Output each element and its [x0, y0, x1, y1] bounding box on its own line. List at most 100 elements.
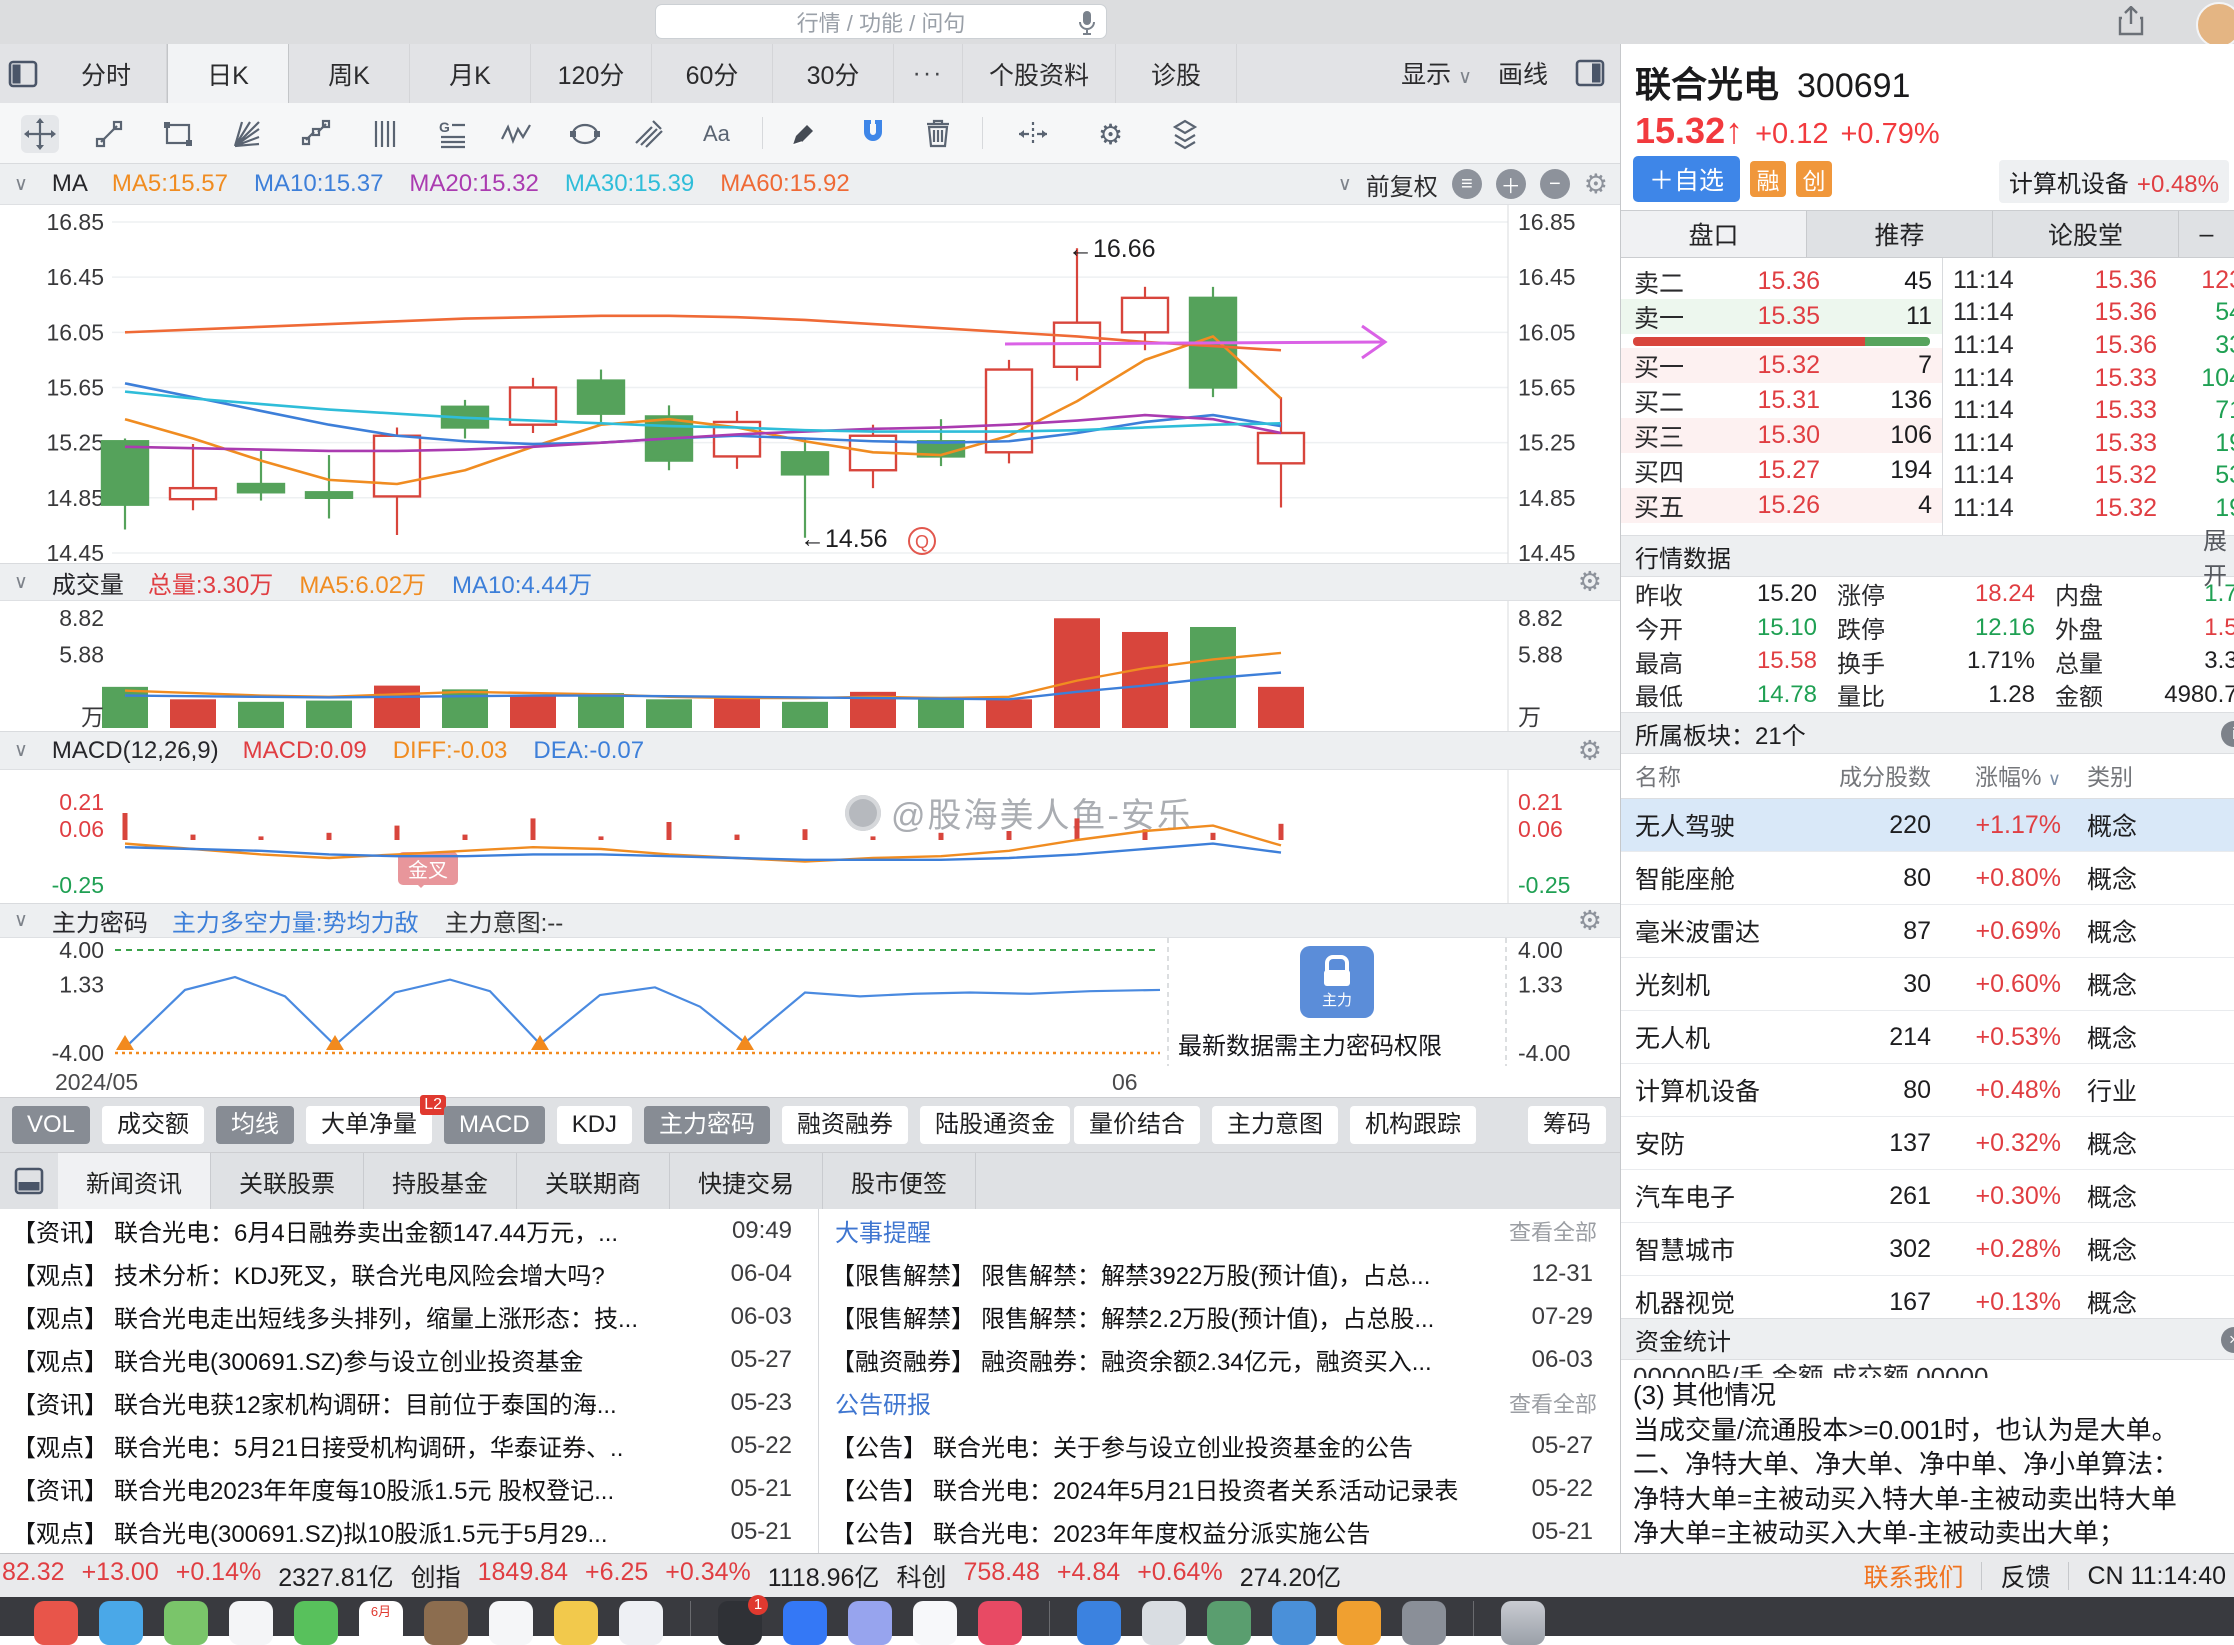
- indicator-tab-主力意图[interactable]: 主力意图: [1212, 1106, 1338, 1144]
- dock-trash-icon[interactable]: [1501, 1601, 1545, 1645]
- trend-line-icon[interactable]: [90, 115, 128, 153]
- news-tab-关联股票[interactable]: 关联股票: [211, 1153, 364, 1209]
- news-tab-股市便签[interactable]: 股市便签: [823, 1153, 976, 1209]
- magnet-icon[interactable]: [854, 115, 892, 153]
- chart-settings-icon[interactable]: ⚙: [1584, 169, 1608, 200]
- dock-app-icon[interactable]: [1402, 1601, 1446, 1645]
- dock-app-icon[interactable]: [1077, 1601, 1121, 1645]
- dock-app-icon[interactable]: [783, 1601, 827, 1645]
- share-icon[interactable]: [2118, 6, 2144, 36]
- dock-app-icon[interactable]: [848, 1601, 892, 1645]
- tab-120分[interactable]: 120分: [531, 44, 652, 103]
- news-item[interactable]: 【观点】联合光电：5月21日接受机构调研，华泰证券、..05-22: [0, 1424, 818, 1467]
- zoom-out-button[interactable]: −: [1540, 169, 1570, 199]
- search-input[interactable]: 行情 / 功能 / 问句: [655, 4, 1107, 39]
- industry-chip[interactable]: 计算机设备+0.48%: [1999, 160, 2229, 203]
- panel-tab-盘口[interactable]: 盘口: [1621, 211, 1807, 257]
- tab-周K[interactable]: 周K: [289, 44, 410, 103]
- feedback-link[interactable]: 反馈: [2000, 1558, 2050, 1594]
- dock-app-icon[interactable]: 1: [718, 1601, 762, 1645]
- macd-settings-icon[interactable]: ⚙: [1578, 735, 1602, 766]
- pencil-icon[interactable]: [784, 115, 822, 153]
- collapse-icon[interactable]: ∨: [14, 739, 28, 762]
- news-item[interactable]: 【观点】联合光电(300691.SZ)拟10股派1.5元于5月29...05-2…: [0, 1510, 818, 1553]
- panel-toggle-icon[interactable]: [1574, 58, 1606, 88]
- sector-row-计算机设备[interactable]: 计算机设备80+0.48%行业: [1621, 1064, 2234, 1117]
- dock-app-icon[interactable]: [1272, 1601, 1316, 1645]
- panel-tab-partial[interactable]: –: [2179, 211, 2234, 257]
- news-item[interactable]: 【公告】联合光电：2023年年度权益分派实施公告05-21: [819, 1510, 1619, 1553]
- news-tab-持股基金[interactable]: 持股基金: [364, 1153, 517, 1209]
- collapse-icon[interactable]: ∨: [14, 909, 28, 932]
- sector-row-无人驾驶[interactable]: 无人驾驶220+1.17%概念: [1621, 799, 2234, 852]
- sector-row-智慧城市[interactable]: 智慧城市302+0.28%概念: [1621, 1223, 2234, 1276]
- dock-app-icon[interactable]: [1207, 1601, 1251, 1645]
- tab-30分[interactable]: 30分: [773, 44, 894, 103]
- macos-dock[interactable]: 6月1: [0, 1597, 2234, 1636]
- zhuli-chart[interactable]: 主力 最新数据需主力密码权限 4.004.001.331.33-4.00-4.0…: [0, 938, 1620, 1066]
- text-icon[interactable]: Aa: [697, 115, 735, 153]
- zoom-in-button[interactable]: ＋: [1496, 169, 1526, 199]
- move-icon[interactable]: [21, 115, 59, 153]
- news-item[interactable]: 【观点】联合光电走出短线多头排列，缩量上涨形态：技...06-03: [0, 1295, 818, 1338]
- dock-app-icon[interactable]: 6月: [359, 1601, 403, 1645]
- indicator-tab-MACD[interactable]: MACD: [444, 1106, 545, 1144]
- indicator-tab-融资融券[interactable]: 融资融券: [782, 1106, 908, 1144]
- avatar[interactable]: [2196, 2, 2234, 48]
- sector-row-汽车电子[interactable]: 汽车电子261+0.30%概念: [1621, 1170, 2234, 1223]
- panel-tab-论股堂[interactable]: 论股堂: [1993, 211, 2179, 257]
- sector-row-智能座舱[interactable]: 智能座舱80+0.80%概念: [1621, 852, 2234, 905]
- collapse-icon[interactable]: ∨: [14, 571, 28, 594]
- dock-app-icon[interactable]: [294, 1601, 338, 1645]
- news-item[interactable]: 【资讯】联合光电：6月4日融券卖出金额147.44万元，...09:49: [0, 1209, 818, 1252]
- zhuli-settings-icon[interactable]: ⚙: [1578, 905, 1602, 936]
- indicator-tab-成交额[interactable]: 成交额: [102, 1106, 204, 1144]
- compare-button[interactable]: ≡: [1452, 169, 1482, 199]
- dock-app-icon[interactable]: [1337, 1601, 1381, 1645]
- margin-tag[interactable]: 融: [1750, 161, 1786, 197]
- indicator-tab-机构跟踪[interactable]: 机构跟踪: [1350, 1106, 1476, 1144]
- news-item[interactable]: 【资讯】联合光电获12家机构调研：目前位于泰国的海...05-23: [0, 1381, 818, 1424]
- microphone-icon[interactable]: [1078, 10, 1096, 36]
- dock-app-icon[interactable]: [34, 1601, 78, 1645]
- tab-分时[interactable]: 分时: [46, 44, 167, 103]
- trash-icon[interactable]: [919, 115, 957, 153]
- dock-app-icon[interactable]: [489, 1601, 533, 1645]
- sector-row-光刻机[interactable]: 光刻机30+0.60%概念: [1621, 958, 2234, 1011]
- sector-row-安防[interactable]: 安防137+0.32%概念: [1621, 1117, 2234, 1170]
- news-item[interactable]: 【融资融券】融资融券：融资余额2.34亿元，融资买入...06-03: [819, 1338, 1619, 1381]
- segment-icon[interactable]: [297, 115, 335, 153]
- gear-icon[interactable]: ⚙: [1094, 115, 1132, 153]
- info-icon[interactable]: i: [2221, 721, 2234, 747]
- news-tab-新闻资讯[interactable]: 新闻资讯: [58, 1153, 211, 1209]
- contact-us-link[interactable]: 联系我们: [1863, 1558, 1963, 1594]
- chinext-tag[interactable]: 创: [1796, 161, 1832, 197]
- ellipse-icon[interactable]: [566, 115, 604, 153]
- indicator-tab-陆股通资金[interactable]: 陆股通资金: [920, 1106, 1070, 1144]
- indicator-tab-量价结合[interactable]: 量价结合: [1074, 1106, 1200, 1144]
- indicator-tab-筹码[interactable]: 筹码: [1528, 1106, 1606, 1144]
- news-item[interactable]: 【限售解禁】限售解禁：解禁3922万股(预计值)，占总...12-31: [819, 1252, 1619, 1295]
- news-item[interactable]: 【限售解禁】限售解禁：解禁2.2万股(预计值)，占总股...07-29: [819, 1295, 1619, 1338]
- view-all-link[interactable]: 查看全部: [1509, 1387, 1597, 1419]
- layers-icon[interactable]: [1166, 115, 1204, 153]
- tab-诊股[interactable]: 诊股: [1116, 44, 1237, 103]
- close-icon[interactable]: ×: [2221, 1327, 2234, 1353]
- dock-app-icon[interactable]: [978, 1601, 1022, 1645]
- fan-lines-icon[interactable]: [228, 115, 266, 153]
- tab-···[interactable]: ···: [894, 44, 963, 103]
- collapse-icon[interactable]: ∨: [14, 173, 28, 196]
- sector-row-毫米波雷达[interactable]: 毫米波雷达87+0.69%概念: [1621, 905, 2234, 958]
- dock-app-icon[interactable]: [164, 1601, 208, 1645]
- dock-app-icon[interactable]: [554, 1601, 598, 1645]
- indicator-tab-均线[interactable]: 均线: [216, 1106, 294, 1144]
- indicator-tab-大单净量[interactable]: 大单净量L2: [306, 1106, 432, 1144]
- tab-日K[interactable]: 日K: [167, 44, 289, 103]
- indicator-tab-KDJ[interactable]: KDJ: [557, 1106, 632, 1144]
- volume-chart[interactable]: 8.828.825.885.88万万: [0, 601, 1620, 731]
- dock-app-icon[interactable]: [913, 1601, 957, 1645]
- split-icon[interactable]: [1014, 115, 1052, 153]
- display-menu[interactable]: 显示 ∨: [1401, 55, 1472, 91]
- view-all-link[interactable]: 查看全部: [1509, 1215, 1597, 1247]
- adjust-mode-selector[interactable]: 前复权: [1366, 167, 1438, 202]
